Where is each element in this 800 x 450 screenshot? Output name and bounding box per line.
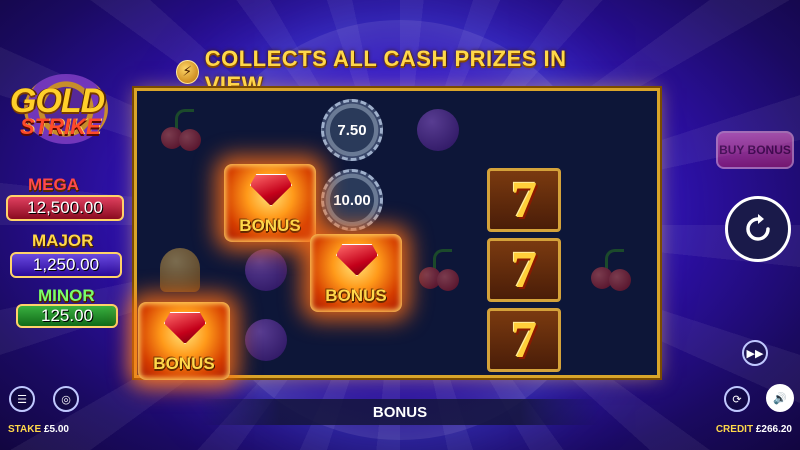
symbol-q: Q	[249, 107, 282, 153]
symbol-9: 9	[340, 317, 364, 363]
coins-icon: ◎	[61, 392, 71, 406]
status-bar: BONUS	[200, 399, 600, 425]
fast-forward-button[interactable]: ▶▶	[742, 340, 768, 366]
bonus-symbol: BONUS	[224, 164, 316, 242]
symbol-k: K	[595, 107, 626, 153]
symbol-bell	[137, 235, 223, 305]
symbol-cash-chip: 7.50	[309, 95, 395, 165]
autoplay-button[interactable]: ⟳	[724, 386, 750, 412]
jackpot-major-value: 1,250.00	[10, 252, 122, 278]
game-logo: GOLD STRIKE	[4, 70, 134, 150]
spin-button[interactable]	[725, 196, 791, 262]
fast-forward-icon: ▶▶	[746, 346, 764, 360]
speaker-icon: 🔊	[773, 391, 787, 405]
autoplay-icon: ⟳	[732, 392, 742, 406]
spin-icon	[746, 214, 770, 241]
symbol-q: Q	[593, 177, 626, 223]
jackpot-mega-value: 12,500.00	[6, 195, 124, 221]
symbol-cash-chip: 10.00	[309, 165, 395, 235]
stake-label: STAKE	[8, 424, 42, 435]
feature-banner: ⚡ COLLECTS ALL CASH PRIZES IN VIEW	[176, 46, 606, 97]
symbol-10: 10	[501, 107, 547, 153]
credit-display: CREDIT £266.20	[716, 424, 792, 435]
symbol-seven: 7	[481, 235, 567, 305]
stake-display: STAKE £5.00	[8, 424, 69, 435]
red-gem-icon	[336, 244, 378, 276]
bonus-symbol: BONUS	[310, 234, 402, 312]
bonus-symbol: BONUS	[138, 302, 230, 380]
lightning-coin-icon: ⚡	[176, 60, 199, 84]
symbol-plum	[223, 305, 309, 375]
sound-button[interactable]: 🔊	[766, 384, 794, 412]
logo-text-strike: STRIKE	[20, 114, 101, 139]
jackpot-major-title: MAJOR	[32, 231, 94, 250]
symbol-k: K	[423, 317, 454, 363]
buy-bonus-button[interactable]: BUY BONUS	[716, 131, 794, 169]
symbol-plum	[223, 235, 309, 305]
status-text: BONUS	[372, 403, 428, 421]
red-gem-icon	[164, 312, 206, 344]
symbol-seven: 7	[481, 165, 567, 235]
menu-icon: ☰	[17, 392, 27, 406]
jackpot-mega-title: MEGA	[28, 175, 79, 194]
symbol-j: J	[426, 177, 450, 223]
bet-button[interactable]: ◎	[53, 386, 79, 412]
symbol-seven: 7	[481, 305, 567, 375]
symbol-9: 9	[168, 177, 192, 223]
red-gem-icon	[250, 174, 292, 206]
jackpot-minor-value: 125.00	[16, 304, 118, 328]
symbol-cherry	[137, 95, 223, 165]
credit-label: CREDIT	[715, 424, 754, 435]
jackpot-minor-title: MINOR	[38, 286, 95, 305]
symbol-cherry	[395, 235, 481, 305]
menu-button[interactable]: ☰	[9, 386, 35, 412]
symbol-plum	[395, 95, 481, 165]
symbol-cherry	[567, 235, 653, 305]
credit-value: £266.20	[755, 424, 792, 435]
stake-value: £5.00	[43, 424, 69, 435]
symbol-k: K	[595, 317, 626, 363]
